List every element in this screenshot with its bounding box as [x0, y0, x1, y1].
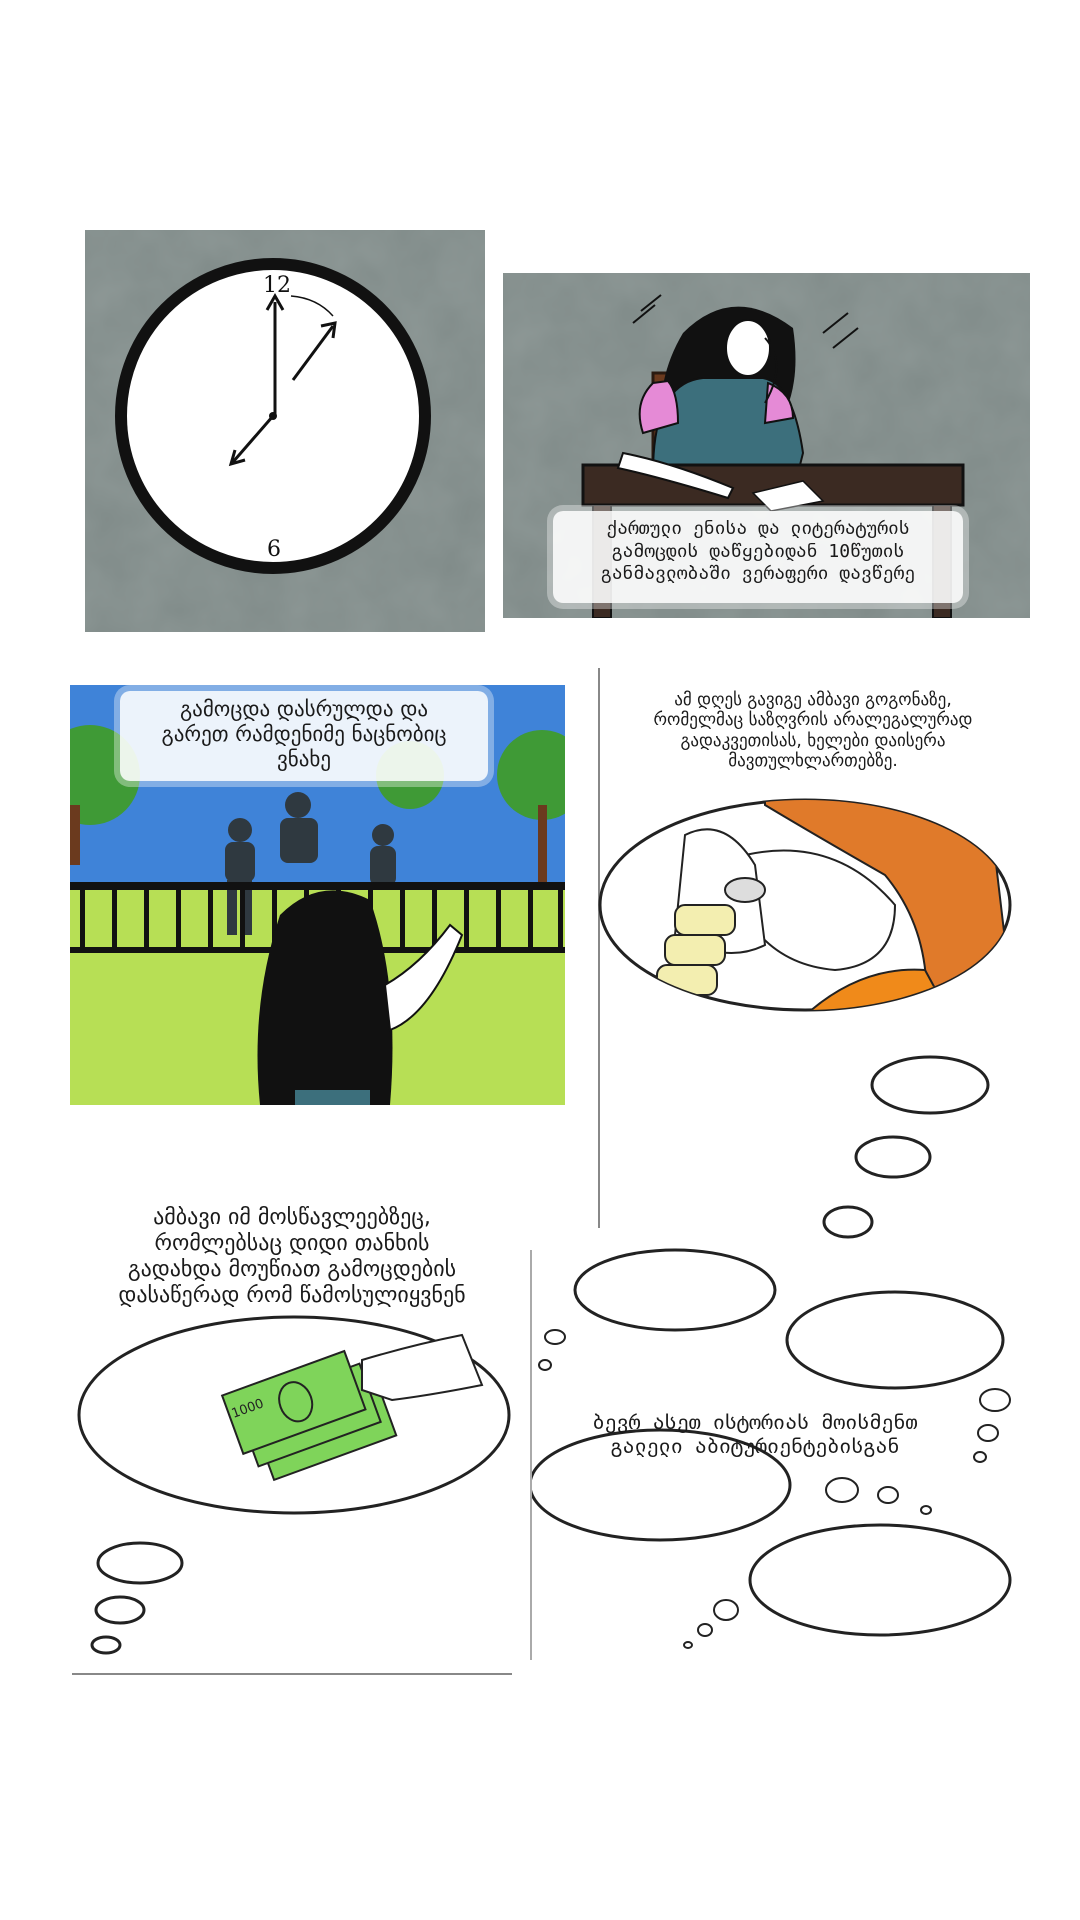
friends-panel: გამოცდა დასრულდა და გარეთ რამდენიმე ნაცნ… — [70, 685, 565, 1105]
friends-caption-line: გარეთ რამდენიმე ნაცნობიც — [161, 722, 447, 747]
clock-illustration: 12 6 — [85, 230, 485, 632]
exam-caption-line: ქართული ენისა და ლიტერატურის — [606, 518, 910, 539]
bribe-caption-line: ამბავი იმ მოსწავლეებზეც, — [153, 1205, 431, 1230]
bribe-caption-line: რომლებსაც დიდი თანხის — [154, 1230, 430, 1256]
friends-caption-line: გამოცდა დასრულდა და — [179, 697, 429, 721]
money-thought: 1000 — [77, 1315, 511, 1655]
friends-caption-box: გამოცდა დასრულდა და გარეთ რამდენიმე ნაცნ… — [120, 691, 488, 781]
bribe-caption: ამბავი იმ მოსწავლეებზეც, რომლებსაც დიდი … — [72, 1205, 512, 1309]
stories-caption-line: გალელი აბიტურიენტებისგან — [610, 1434, 900, 1459]
thought-bubble — [785, 1290, 1005, 1390]
news-caption-line: ამ დღეს გავიგე ამბავი გოგონაზე, — [674, 690, 952, 710]
friends-caption-line: ვნახე — [276, 747, 332, 772]
news-caption-line: გადაკვეთისას, ხელები დაისერა — [680, 730, 946, 751]
clock-number-12: 12 — [263, 273, 291, 298]
crying-girl-thought — [598, 798, 1012, 1239]
panel-divider-vertical-bottom — [530, 1250, 532, 1660]
stories-caption-line: ბევრ ასეთ ისტორიას მოისმენთ — [592, 1410, 918, 1434]
bribe-caption-line: გადახდა მოუწიათ გამოცდების — [127, 1256, 457, 1282]
clock-panel: 12 6 — [85, 230, 485, 632]
bribe-caption-line: დასაწერად რომ წამოსულიყვნენ — [118, 1282, 466, 1308]
exam-caption-line: განმავლობაში ვერაფერი დავწერე — [600, 563, 916, 584]
clock-number-6: 6 — [267, 537, 281, 562]
thought-bubble — [573, 1248, 777, 1332]
news-caption: ამ დღეს გავიგე ამბავი გოგონაზე, რომელმაც… — [608, 690, 1018, 772]
exam-caption-line: გამოცდის დაწყებიდან 10წუთის — [611, 540, 905, 562]
girl-hair — [257, 890, 393, 1105]
news-caption-line: მავთულხლართებზე. — [728, 751, 898, 772]
panel-divider-bottom — [72, 1673, 512, 1675]
thought-bubble — [748, 1523, 1012, 1637]
exam-caption-box: ქართული ენისა და ლიტერატურის გამოცდის და… — [553, 511, 963, 603]
news-caption-line: რომელმაც საზღვრის არალეგალურად — [653, 710, 973, 731]
stories-caption: ბევრ ასეთ ისტორიას მოისმენთ გალელი აბიტუ… — [545, 1410, 965, 1459]
exam-panel: ქართული ენისა და ლიტერატურის გამოცდის და… — [503, 273, 1030, 618]
